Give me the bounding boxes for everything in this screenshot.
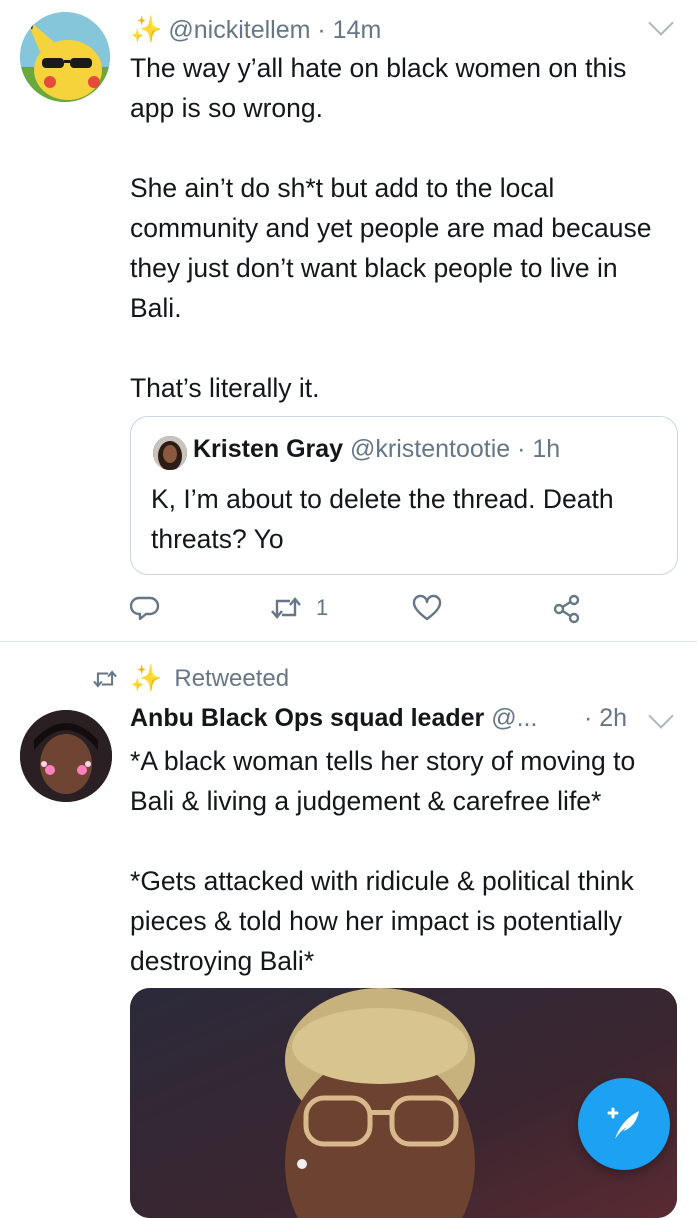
reply-icon [130,596,160,621]
quote-text: K, I’m about to delete the thread. Death… [151,484,614,554]
tweet-header: ✨ @nickitellem · 14m [130,14,382,44]
retweet-button[interactable]: 1 [270,594,328,622]
compose-tweet-icon [607,1107,639,1139]
author-name[interactable]: Anbu Black Ops squad leader [130,704,484,732]
quote-header: Kristen Gray @kristentootie · 1h [193,435,561,463]
pikachu-avatar-image [20,12,110,102]
retweeted-label[interactable]: Retweeted [174,665,289,693]
quote-author-handle[interactable]: @kristentootie [350,435,510,463]
retweet-context: ✨ Retweeted [92,663,289,694]
sparkle-icon: ✨ [130,663,163,693]
compose-tweet-button[interactable] [578,1078,670,1170]
share-button[interactable] [552,594,582,624]
timestamp[interactable]: 14m [333,16,382,44]
avatar-nickitellem[interactable] [20,12,110,102]
reply-button[interactable] [130,594,160,622]
author-handle[interactable]: @... [491,704,537,732]
retweet-icon [271,597,301,619]
timestamp[interactable]: 2h [599,704,627,732]
chevron-down-icon[interactable] [648,10,674,36]
quote-timestamp: 1h [532,435,561,463]
like-icon [412,594,442,621]
chevron-down-icon[interactable] [648,703,674,729]
share-icon [553,594,580,624]
sparkle-icon: ✨ [130,14,163,44]
author-handle[interactable]: @nickitellem [168,16,310,44]
tweet-header: Anbu Black Ops squad leader @... [130,704,537,733]
avatar-anbu[interactable] [20,710,112,802]
retweet-count: 1 [316,595,329,620]
tweet-divider [0,641,697,642]
retweet-small-icon [93,669,117,688]
tweet-text: The way y’all hate on black women on thi… [130,53,652,403]
quote-author-name[interactable]: Kristen Gray [193,435,343,463]
tweet-text: *A black woman tells her story of moving… [130,746,636,976]
avatar-kristen-gray[interactable] [153,436,187,470]
quoted-tweet[interactable]: Kristen Gray @kristentootie · 1h K, I’m … [130,416,678,575]
like-button[interactable] [412,594,442,622]
timestamp-group: · 2h [584,704,628,732]
